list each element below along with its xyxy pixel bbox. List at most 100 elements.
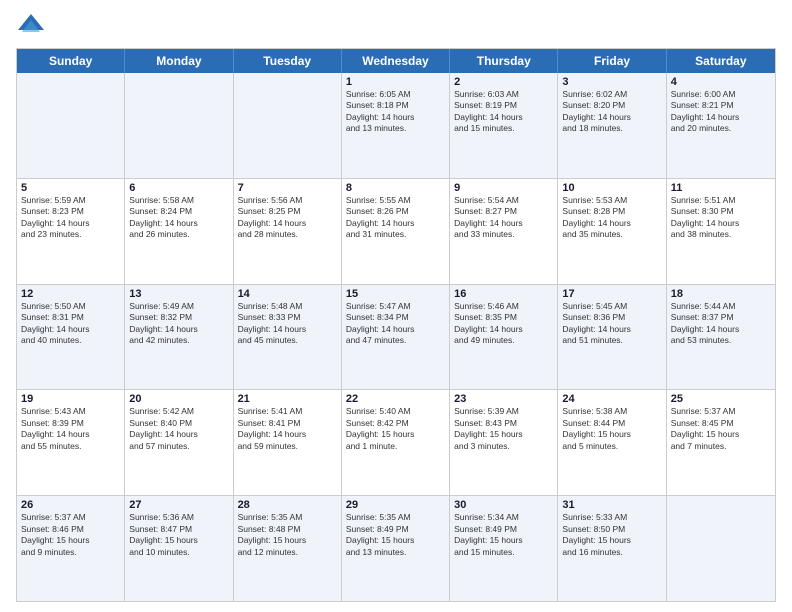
cell-text: Sunrise: 5:37 AMSunset: 8:45 PMDaylight:…	[671, 406, 771, 452]
cell-text: Sunrise: 5:43 AMSunset: 8:39 PMDaylight:…	[21, 406, 120, 452]
day-number: 20	[129, 393, 228, 405]
calendar-cell: 19Sunrise: 5:43 AMSunset: 8:39 PMDayligh…	[17, 390, 125, 495]
cell-text: Sunrise: 5:38 AMSunset: 8:44 PMDaylight:…	[562, 406, 661, 452]
day-number: 31	[562, 499, 661, 511]
cell-text: Sunrise: 5:51 AMSunset: 8:30 PMDaylight:…	[671, 195, 771, 241]
calendar-cell: 24Sunrise: 5:38 AMSunset: 8:44 PMDayligh…	[558, 390, 666, 495]
day-number: 13	[129, 288, 228, 300]
calendar-row: 26Sunrise: 5:37 AMSunset: 8:46 PMDayligh…	[17, 495, 775, 601]
day-number: 2	[454, 76, 553, 88]
day-number: 30	[454, 499, 553, 511]
cell-text: Sunrise: 6:02 AMSunset: 8:20 PMDaylight:…	[562, 89, 661, 135]
day-number: 12	[21, 288, 120, 300]
calendar-cell: 28Sunrise: 5:35 AMSunset: 8:48 PMDayligh…	[234, 496, 342, 601]
cell-text: Sunrise: 5:42 AMSunset: 8:40 PMDaylight:…	[129, 406, 228, 452]
day-number: 26	[21, 499, 120, 511]
cell-text: Sunrise: 5:39 AMSunset: 8:43 PMDaylight:…	[454, 406, 553, 452]
calendar-row: 19Sunrise: 5:43 AMSunset: 8:39 PMDayligh…	[17, 389, 775, 495]
calendar-cell: 25Sunrise: 5:37 AMSunset: 8:45 PMDayligh…	[667, 390, 775, 495]
header	[16, 12, 776, 42]
calendar-cell: 31Sunrise: 5:33 AMSunset: 8:50 PMDayligh…	[558, 496, 666, 601]
calendar-header: SundayMondayTuesdayWednesdayThursdayFrid…	[17, 49, 775, 73]
day-number: 3	[562, 76, 661, 88]
cell-text: Sunrise: 6:05 AMSunset: 8:18 PMDaylight:…	[346, 89, 445, 135]
cell-text: Sunrise: 5:35 AMSunset: 8:49 PMDaylight:…	[346, 512, 445, 558]
day-number: 29	[346, 499, 445, 511]
calendar-cell: 21Sunrise: 5:41 AMSunset: 8:41 PMDayligh…	[234, 390, 342, 495]
calendar-header-day: Saturday	[667, 49, 775, 73]
day-number: 11	[671, 182, 771, 194]
day-number: 23	[454, 393, 553, 405]
calendar-cell: 23Sunrise: 5:39 AMSunset: 8:43 PMDayligh…	[450, 390, 558, 495]
calendar-row: 12Sunrise: 5:50 AMSunset: 8:31 PMDayligh…	[17, 284, 775, 390]
calendar-row: 5Sunrise: 5:59 AMSunset: 8:23 PMDaylight…	[17, 178, 775, 284]
day-number: 9	[454, 182, 553, 194]
calendar-cell: 9Sunrise: 5:54 AMSunset: 8:27 PMDaylight…	[450, 179, 558, 284]
cell-text: Sunrise: 5:48 AMSunset: 8:33 PMDaylight:…	[238, 301, 337, 347]
calendar-cell: 7Sunrise: 5:56 AMSunset: 8:25 PMDaylight…	[234, 179, 342, 284]
calendar-cell: 3Sunrise: 6:02 AMSunset: 8:20 PMDaylight…	[558, 73, 666, 178]
calendar-header-day: Sunday	[17, 49, 125, 73]
calendar-cell: 29Sunrise: 5:35 AMSunset: 8:49 PMDayligh…	[342, 496, 450, 601]
day-number: 18	[671, 288, 771, 300]
calendar-cell	[125, 73, 233, 178]
day-number: 17	[562, 288, 661, 300]
calendar-header-day: Wednesday	[342, 49, 450, 73]
day-number: 16	[454, 288, 553, 300]
calendar-cell: 14Sunrise: 5:48 AMSunset: 8:33 PMDayligh…	[234, 285, 342, 390]
calendar-header-day: Friday	[558, 49, 666, 73]
calendar-cell: 10Sunrise: 5:53 AMSunset: 8:28 PMDayligh…	[558, 179, 666, 284]
day-number: 28	[238, 499, 337, 511]
day-number: 24	[562, 393, 661, 405]
logo-icon	[16, 12, 46, 42]
calendar-cell: 20Sunrise: 5:42 AMSunset: 8:40 PMDayligh…	[125, 390, 233, 495]
calendar-cell: 17Sunrise: 5:45 AMSunset: 8:36 PMDayligh…	[558, 285, 666, 390]
calendar-header-day: Monday	[125, 49, 233, 73]
calendar-cell: 16Sunrise: 5:46 AMSunset: 8:35 PMDayligh…	[450, 285, 558, 390]
cell-text: Sunrise: 5:53 AMSunset: 8:28 PMDaylight:…	[562, 195, 661, 241]
day-number: 7	[238, 182, 337, 194]
day-number: 10	[562, 182, 661, 194]
cell-text: Sunrise: 5:49 AMSunset: 8:32 PMDaylight:…	[129, 301, 228, 347]
day-number: 8	[346, 182, 445, 194]
cell-text: Sunrise: 5:54 AMSunset: 8:27 PMDaylight:…	[454, 195, 553, 241]
page: SundayMondayTuesdayWednesdayThursdayFrid…	[0, 0, 792, 612]
calendar-cell: 6Sunrise: 5:58 AMSunset: 8:24 PMDaylight…	[125, 179, 233, 284]
cell-text: Sunrise: 5:37 AMSunset: 8:46 PMDaylight:…	[21, 512, 120, 558]
cell-text: Sunrise: 5:59 AMSunset: 8:23 PMDaylight:…	[21, 195, 120, 241]
cell-text: Sunrise: 5:33 AMSunset: 8:50 PMDaylight:…	[562, 512, 661, 558]
calendar-cell: 4Sunrise: 6:00 AMSunset: 8:21 PMDaylight…	[667, 73, 775, 178]
cell-text: Sunrise: 5:41 AMSunset: 8:41 PMDaylight:…	[238, 406, 337, 452]
calendar-cell: 13Sunrise: 5:49 AMSunset: 8:32 PMDayligh…	[125, 285, 233, 390]
cell-text: Sunrise: 5:58 AMSunset: 8:24 PMDaylight:…	[129, 195, 228, 241]
calendar-cell: 5Sunrise: 5:59 AMSunset: 8:23 PMDaylight…	[17, 179, 125, 284]
cell-text: Sunrise: 6:03 AMSunset: 8:19 PMDaylight:…	[454, 89, 553, 135]
calendar-body: 1Sunrise: 6:05 AMSunset: 8:18 PMDaylight…	[17, 73, 775, 601]
cell-text: Sunrise: 5:47 AMSunset: 8:34 PMDaylight:…	[346, 301, 445, 347]
cell-text: Sunrise: 6:00 AMSunset: 8:21 PMDaylight:…	[671, 89, 771, 135]
calendar-cell: 2Sunrise: 6:03 AMSunset: 8:19 PMDaylight…	[450, 73, 558, 178]
calendar-cell	[234, 73, 342, 178]
calendar-cell	[17, 73, 125, 178]
calendar-header-day: Thursday	[450, 49, 558, 73]
day-number: 15	[346, 288, 445, 300]
day-number: 19	[21, 393, 120, 405]
day-number: 6	[129, 182, 228, 194]
calendar-cell: 22Sunrise: 5:40 AMSunset: 8:42 PMDayligh…	[342, 390, 450, 495]
cell-text: Sunrise: 5:55 AMSunset: 8:26 PMDaylight:…	[346, 195, 445, 241]
calendar-cell: 8Sunrise: 5:55 AMSunset: 8:26 PMDaylight…	[342, 179, 450, 284]
cell-text: Sunrise: 5:35 AMSunset: 8:48 PMDaylight:…	[238, 512, 337, 558]
calendar-cell: 27Sunrise: 5:36 AMSunset: 8:47 PMDayligh…	[125, 496, 233, 601]
cell-text: Sunrise: 5:45 AMSunset: 8:36 PMDaylight:…	[562, 301, 661, 347]
calendar-cell: 11Sunrise: 5:51 AMSunset: 8:30 PMDayligh…	[667, 179, 775, 284]
day-number: 27	[129, 499, 228, 511]
day-number: 14	[238, 288, 337, 300]
calendar-cell: 1Sunrise: 6:05 AMSunset: 8:18 PMDaylight…	[342, 73, 450, 178]
cell-text: Sunrise: 5:44 AMSunset: 8:37 PMDaylight:…	[671, 301, 771, 347]
day-number: 5	[21, 182, 120, 194]
day-number: 25	[671, 393, 771, 405]
calendar-header-day: Tuesday	[234, 49, 342, 73]
calendar-cell	[667, 496, 775, 601]
logo	[16, 12, 50, 42]
day-number: 22	[346, 393, 445, 405]
